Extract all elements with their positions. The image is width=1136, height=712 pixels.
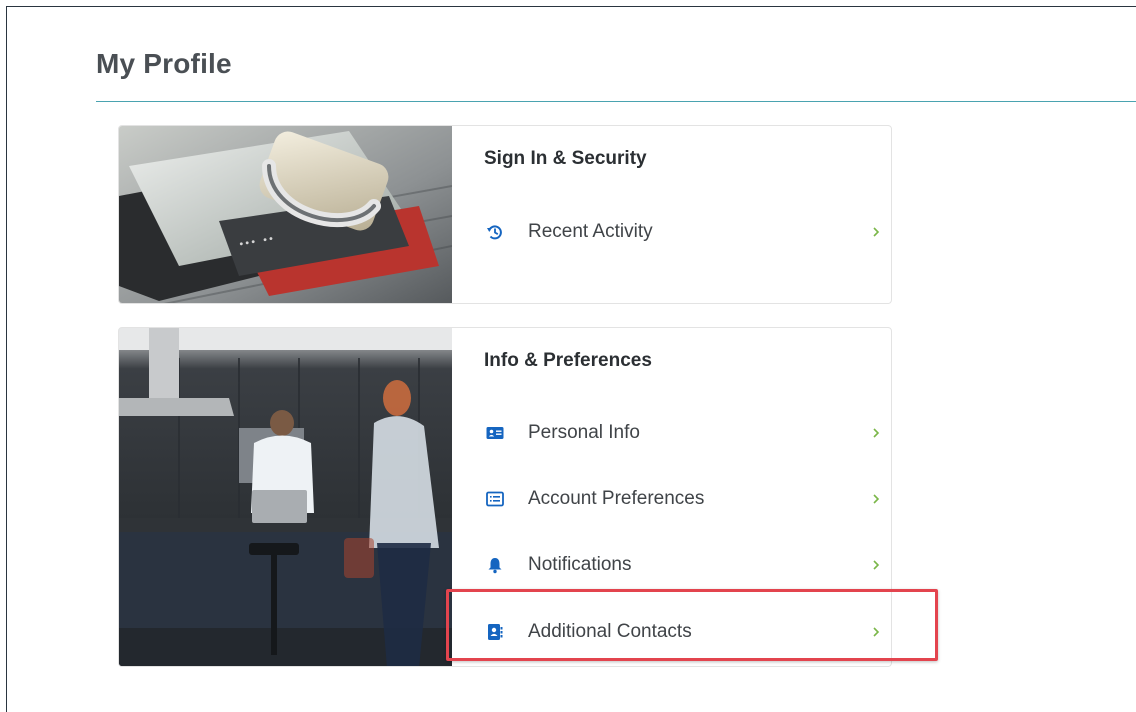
notifications-link[interactable]: Notifications: [452, 535, 891, 595]
info-card-body: Info & Preferences Personal Info Account…: [452, 328, 891, 666]
chevron-right-icon: [873, 560, 880, 570]
sign-in-security-card: ••• •• Sign In & Security Recent Activit…: [118, 125, 892, 304]
security-card-body: Sign In & Security Recent Activity: [452, 126, 891, 303]
item-label: Recent Activity: [528, 221, 653, 242]
chevron-right-icon: [873, 428, 880, 438]
item-label: Personal Info: [528, 422, 640, 443]
item-label: Additional Contacts: [528, 621, 692, 642]
chevron-right-icon: [873, 227, 880, 237]
contact-book-icon: [488, 624, 503, 640]
item-label: Notifications: [528, 554, 632, 575]
list-icon: [486, 491, 504, 507]
id-card-icon: [486, 427, 504, 439]
section-title: Sign In & Security: [484, 148, 647, 169]
recent-activity-link[interactable]: Recent Activity: [452, 202, 891, 262]
chevron-right-icon: [873, 627, 880, 637]
kitchen-image: [119, 328, 452, 666]
title-divider: [96, 101, 1136, 102]
personal-info-link[interactable]: Personal Info: [452, 403, 891, 463]
account-preferences-link[interactable]: Account Preferences: [452, 469, 891, 529]
security-image: ••• ••: [119, 126, 452, 303]
page-title: My Profile: [96, 48, 232, 79]
item-label: Account Preferences: [528, 488, 705, 509]
chevron-right-icon: [873, 494, 880, 504]
bell-icon: [488, 558, 502, 574]
info-preferences-card: Info & Preferences Personal Info Account…: [118, 327, 892, 667]
section-title: Info & Preferences: [484, 350, 652, 371]
additional-contacts-link[interactable]: Additional Contacts: [452, 602, 891, 662]
history-icon: [487, 225, 502, 240]
